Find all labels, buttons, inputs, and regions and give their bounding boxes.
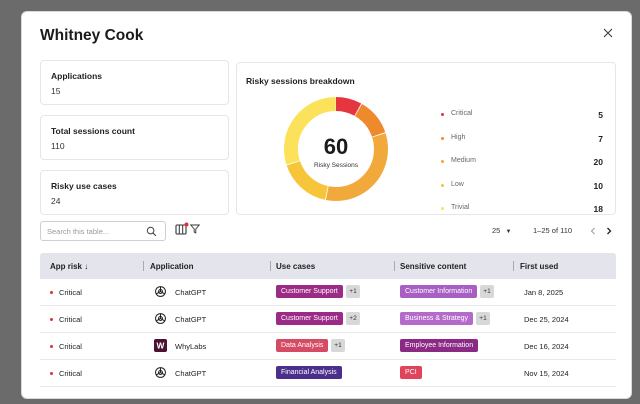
risk-dot (50, 318, 53, 321)
legend-count: 5 (598, 110, 603, 120)
column-divider (513, 261, 514, 271)
filter-icon[interactable] (190, 224, 200, 234)
risk-level: Critical (59, 315, 82, 324)
use-case-chip: Customer Support (276, 312, 343, 325)
legend-label: Low (451, 180, 464, 188)
use-case-more-badge[interactable]: +1 (331, 339, 345, 352)
search-icon[interactable] (146, 226, 157, 237)
stat-value: 110 (51, 141, 65, 151)
column-divider (394, 261, 395, 271)
sensitive-content-chip: Business & Strategy (400, 312, 474, 325)
legend-dot (441, 207, 444, 210)
table-row[interactable]: Critical W WhyLabs Data Analysis +1 Employee … (40, 333, 616, 360)
use-case-more-badge[interactable]: +2 (346, 312, 360, 325)
page-range: 1–25 of 110 (533, 226, 573, 235)
application-name: WhyLabs (175, 342, 207, 351)
legend-dot (441, 183, 444, 187)
first-used-date: Dec 25, 2024 (524, 315, 569, 324)
chevron-down-icon: ▼ (505, 229, 512, 235)
chevron-left-icon[interactable] (589, 227, 597, 235)
sensitive-content-chip: Customer Information (400, 285, 478, 298)
legend-dot (441, 160, 444, 163)
svg-text:W: W (157, 341, 165, 351)
first-used-date: Dec 16, 2024 (524, 342, 569, 351)
first-used-date: Jan 8, 2025 (524, 288, 564, 297)
column-header-use-cases[interactable]: Use cases (276, 262, 315, 271)
user-details-modal: Whitney Cook Applications 15 Total sessi… (21, 11, 632, 399)
risky-sessions-breakdown: Risky sessions breakdown 60 Risky Sessio… (236, 62, 616, 215)
chevron-right-icon[interactable] (605, 227, 613, 235)
legend-item-trivial: Trivial 18 (441, 204, 603, 216)
column-header-application[interactable]: Application (150, 262, 194, 271)
page-size-value: 25 (492, 226, 501, 235)
table-header: App risk ↓ Application Use cases Sensiti… (40, 253, 616, 279)
column-header-app-risk[interactable]: App risk ↓ (50, 262, 88, 271)
stat-card-use-cases: Risky use cases 24 (40, 170, 229, 215)
first-used-date: Nov 15, 2024 (524, 369, 569, 378)
columns-icon[interactable] (175, 222, 189, 236)
stat-label: Applications (51, 71, 103, 81)
application-name: ChatGPT (175, 369, 207, 378)
search-box[interactable] (40, 221, 166, 241)
stat-card-applications: Applications 15 (40, 60, 229, 105)
donut-center-label: Risky Sessions (313, 162, 359, 169)
stat-label: Total sessions count (51, 126, 135, 136)
stat-label: Risky use cases (51, 181, 117, 191)
legend-item-high: High 7 (441, 134, 603, 146)
risk-level: Critical (59, 288, 82, 297)
application-name: ChatGPT (175, 288, 207, 297)
sensitive-content-chip: PCI (400, 366, 422, 379)
application-name: ChatGPT (175, 315, 207, 324)
legend-dot (441, 136, 444, 140)
legend-count: 20 (593, 157, 603, 167)
legend-dot (441, 113, 444, 116)
openai-icon (155, 313, 166, 324)
stat-value: 15 (51, 86, 61, 96)
page-size-select[interactable]: 25 ▼ (492, 226, 511, 235)
risk-dot (50, 345, 53, 348)
donut-center-value: 60 (323, 134, 349, 159)
sensitive-content-more-badge[interactable]: +1 (476, 312, 490, 325)
legend-label: High (451, 133, 466, 141)
openai-icon (155, 367, 166, 378)
legend-label: Trivial (451, 204, 470, 211)
legend-item-medium: Medium 20 (441, 157, 603, 169)
risk-dot (50, 291, 53, 294)
risk-level: Critical (59, 342, 82, 351)
close-icon[interactable] (601, 26, 615, 40)
legend-count: 7 (598, 133, 603, 144)
column-header-sensitive-content[interactable]: Sensitive content (400, 262, 466, 271)
risk-dot (50, 372, 53, 375)
column-header-first-used[interactable]: First used (520, 262, 558, 271)
legend-count: 10 (593, 180, 603, 191)
table-row[interactable]: Critical ChatGPT Customer Support +1 Custome… (40, 279, 616, 306)
use-case-chip: Customer Support (276, 285, 343, 298)
legend-label: Critical (451, 110, 473, 117)
breakdown-title: Risky sessions breakdown (246, 76, 355, 86)
use-case-more-badge[interactable]: +1 (346, 285, 360, 298)
table-row[interactable]: Critical ChatGPT Customer Support +2 Busines… (40, 306, 616, 333)
search-input[interactable] (47, 225, 143, 238)
legend-item-critical: Critical 5 (441, 110, 603, 122)
legend-count: 18 (593, 204, 603, 214)
modal-title: Whitney Cook (40, 27, 144, 44)
stat-value: 24 (51, 196, 61, 206)
legend-label: Medium (451, 157, 476, 164)
table-row[interactable]: Critical ChatGPT Financial Analysis PCI Nov … (40, 360, 616, 387)
risk-level: Critical (59, 369, 82, 378)
use-case-chip: Data Analysis (276, 339, 329, 352)
use-case-chip: Financial Analysis (276, 366, 342, 379)
sensitive-content-more-badge[interactable]: +1 (480, 285, 494, 298)
whylabs-icon: W (154, 339, 167, 352)
sensitive-content-chip: Employee Information (400, 339, 479, 352)
column-divider (143, 261, 144, 271)
column-divider (270, 261, 271, 271)
stat-card-sessions: Total sessions count 110 (40, 115, 229, 160)
openai-icon (155, 286, 166, 297)
legend-item-low: Low 10 (441, 181, 603, 193)
